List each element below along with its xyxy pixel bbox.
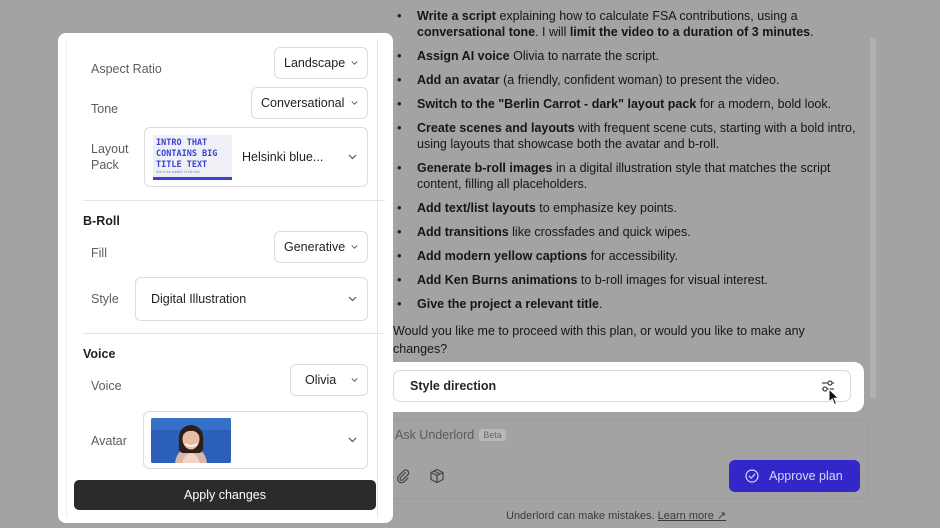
- check-circle-icon: [745, 469, 759, 483]
- avatar-image: [151, 418, 231, 463]
- paperclip-icon[interactable]: [395, 468, 411, 484]
- cube-icon[interactable]: [429, 468, 445, 484]
- beta-badge: Beta: [479, 429, 506, 441]
- list-item: Add Ken Burns animations to b-roll image…: [397, 272, 867, 288]
- chevron-down-icon: [351, 101, 358, 105]
- voice-heading: Voice: [83, 347, 116, 361]
- style-direction-button[interactable]: Style direction: [393, 370, 851, 402]
- list-item: Assign AI voice Olivia to narrate the sc…: [397, 48, 867, 64]
- divider: [83, 333, 385, 334]
- chevron-down-icon: [351, 245, 358, 249]
- chevron-down-icon: [348, 296, 357, 302]
- aspect-ratio-label: Aspect Ratio: [91, 62, 162, 76]
- list-item: Generate b-roll images in a digital illu…: [397, 160, 867, 192]
- disclaimer: Underlord can make mistakes. Learn more …: [506, 510, 727, 522]
- list-item: Create scenes and layouts with frequent …: [397, 120, 867, 152]
- plan-list: Write a script explaining how to calcula…: [393, 8, 867, 320]
- style-panel-scroll: Aspect Ratio Landscape Tone Conversation…: [66, 39, 385, 517]
- list-item: Add transitions like crossfades and quic…: [397, 224, 867, 240]
- list-item: Add text/list layouts to emphasize key p…: [397, 200, 867, 216]
- layout-pack-label: Layout Pack: [91, 142, 129, 172]
- layout-pack-thumbnail: INTRO THAT CONTAINS BIG TITLE TEXT this …: [153, 135, 232, 180]
- chevron-down-icon: [351, 61, 358, 65]
- voice-label: Voice: [91, 379, 122, 393]
- apply-changes-button[interactable]: Apply changes: [74, 480, 376, 510]
- chevron-down-icon: [348, 437, 357, 443]
- list-item: Give the project a relevant title.: [397, 296, 867, 312]
- fill-select[interactable]: Generative: [274, 231, 368, 263]
- list-item: Write a script explaining how to calcula…: [397, 8, 867, 40]
- plan-question: Would you like me to proceed with this p…: [393, 324, 805, 356]
- divider: [83, 200, 385, 201]
- tone-select[interactable]: Conversational: [251, 87, 368, 119]
- tone-label: Tone: [91, 102, 119, 116]
- list-item: Add modern yellow captions for accessibi…: [397, 248, 867, 264]
- style-label: Style: [91, 292, 119, 306]
- broll-heading: B-Roll: [83, 214, 120, 228]
- avatar-thumbnail: [151, 418, 231, 463]
- list-item: Add an avatar (a friendly, confident wom…: [397, 72, 867, 88]
- fill-label: Fill: [91, 246, 107, 260]
- learn-more-link[interactable]: Learn more ↗: [658, 510, 727, 522]
- layout-pack-select[interactable]: INTRO THAT CONTAINS BIG TITLE TEXT this …: [144, 127, 368, 187]
- chevron-down-icon: [348, 154, 357, 160]
- ask-input[interactable]: Ask Underlord Beta: [395, 428, 506, 442]
- avatar-label: Avatar: [91, 434, 127, 448]
- aspect-ratio-select[interactable]: Landscape: [274, 47, 368, 79]
- style-select[interactable]: Digital Illustration: [135, 277, 368, 321]
- chevron-down-icon: [351, 378, 358, 382]
- avatar-select[interactable]: [143, 411, 368, 469]
- style-panel: Aspect Ratio Landscape Tone Conversation…: [58, 33, 393, 523]
- list-item: Switch to the "Berlin Carrot - dark" lay…: [397, 96, 867, 112]
- mouse-cursor-icon: [828, 388, 840, 406]
- style-direction-label: Style direction: [410, 379, 497, 393]
- approve-plan-label: Approve plan: [769, 469, 843, 483]
- chat-scrollbar[interactable]: [870, 38, 876, 398]
- approve-plan-button[interactable]: Approve plan: [729, 460, 860, 492]
- voice-select[interactable]: Olivia: [290, 364, 368, 396]
